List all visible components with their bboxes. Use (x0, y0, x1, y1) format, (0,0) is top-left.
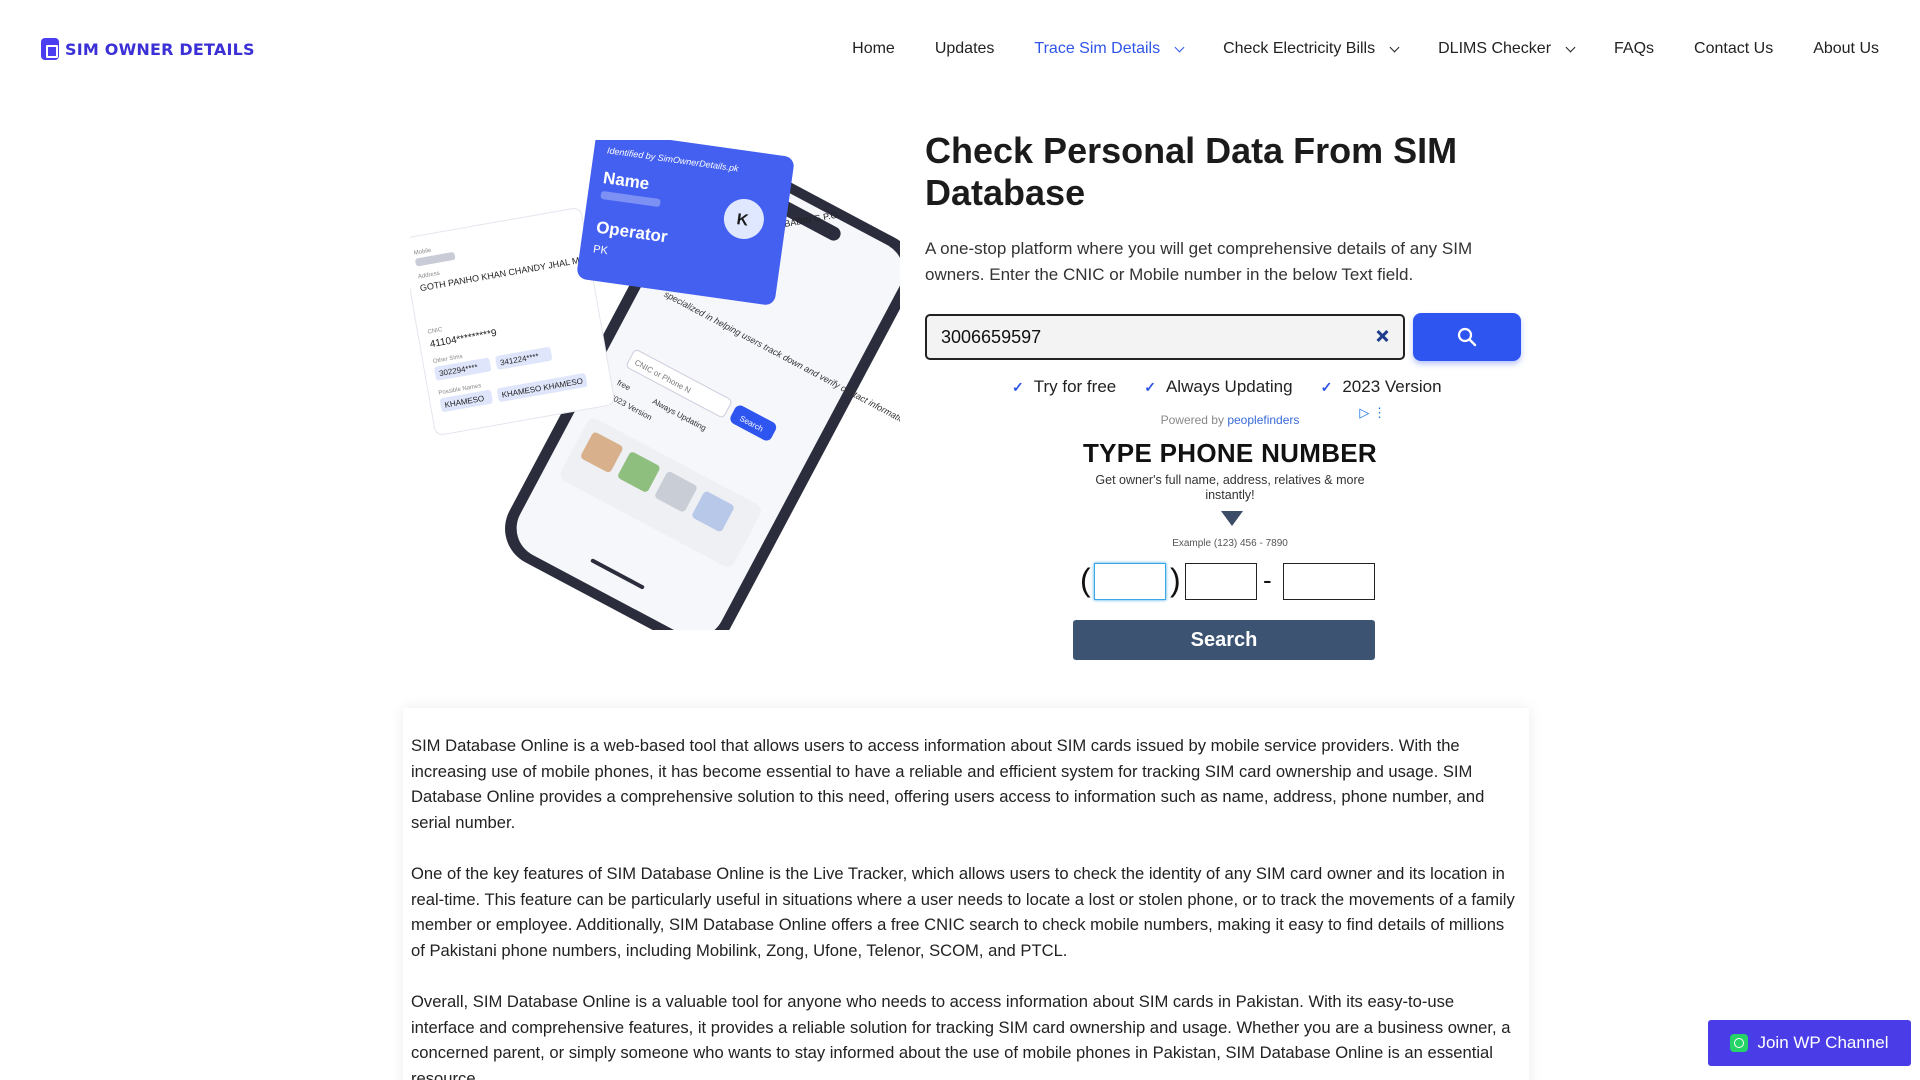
ad-phone-inputs: ( ) - (1080, 560, 1380, 602)
nav-faqs[interactable]: FAQs (1614, 40, 1654, 58)
ad-search-button[interactable]: Search (1073, 620, 1375, 660)
feature-label: Try for free (1033, 377, 1117, 396)
nav-label: Trace Sim Details (1034, 40, 1161, 57)
area-code-input[interactable] (1094, 563, 1166, 600)
feature-item: ✓ 2023 Version (1321, 377, 1442, 397)
site-logo[interactable]: SIM OWNER DETAILS (41, 38, 255, 60)
feature-label: 2023 Version (1342, 377, 1442, 396)
search-field (925, 314, 1405, 360)
search-button[interactable] (1413, 313, 1521, 361)
nav-updates[interactable]: Updates (935, 40, 995, 58)
chevron-down-icon (1565, 42, 1576, 52)
close-icon[interactable] (1373, 327, 1391, 345)
wp-button-label: Join WP Channel (1757, 1033, 1889, 1052)
ad-title: TYPE PHONE NUMBER (1082, 438, 1378, 468)
chevron-down-icon (1174, 42, 1185, 52)
search-icon (1457, 327, 1477, 347)
article-paragraph: Overall, SIM Database Online is a valuab… (411, 992, 1511, 1080)
nav-label: DLIMS Checker (1438, 40, 1552, 57)
nav-label: Check Electricity Bills (1223, 40, 1376, 57)
checkmark-icon: ✓ (1144, 378, 1156, 395)
nav-label: About Us (1813, 40, 1879, 57)
card-operator-value: PK (592, 243, 609, 257)
article-paragraph: SIM Database Online is a web-based tool … (411, 736, 1485, 832)
ad-banner[interactable]: ▷ ⋮ Powered by peoplefinders TYPE PHONE … (1070, 405, 1390, 665)
ad-subtitle: Get owner's full name, address, relative… (1095, 473, 1365, 502)
ad-powered-by: Powered by peoplefinders (1070, 413, 1390, 427)
checkmark-icon: ✓ (1320, 378, 1333, 395)
paren-close-icon: ) (1170, 562, 1181, 598)
feature-item: ✓ Always Updating (1144, 377, 1292, 397)
ad-powered-prefix: Powered by (1160, 413, 1224, 427)
arrow-down-icon (1221, 511, 1243, 526)
site-header: SIM OWNER DETAILS Home Updates Trace Sim… (0, 0, 1920, 100)
article-content: SIM Database Online is a web-based tool … (403, 708, 1529, 1080)
nav-contact-us[interactable]: Contact Us (1694, 40, 1773, 58)
feature-list: ✓ Try for free ✓ Always Updating ✓ 2023 Ver… (1012, 377, 1442, 397)
chevron-down-icon (1389, 42, 1400, 52)
article-paragraph: One of the key features of SIM Database … (411, 864, 1515, 960)
nav-trace-sim-details[interactable]: Trace Sim Details (1034, 40, 1185, 58)
checkmark-icon: ✓ (1012, 378, 1024, 395)
logo-text: SIM OWNER DETAILS (65, 39, 255, 59)
hero-illustration: specialized in helping users track down … (410, 140, 900, 630)
whatsapp-icon (1730, 1034, 1749, 1052)
ad-example: Example (123) 456 - 7890 (1172, 538, 1288, 549)
line-number-input[interactable] (1283, 563, 1375, 600)
nav-label: Updates (934, 40, 995, 57)
main-nav: Home Updates Trace Sim Details Check Ele… (812, 40, 1879, 58)
sim-card-icon (41, 38, 59, 60)
feature-item: ✓ Try for free (1012, 377, 1116, 397)
nav-about-us[interactable]: About Us (1813, 40, 1879, 58)
ad-brand: peoplefinders (1227, 413, 1300, 427)
nav-label: FAQs (1614, 40, 1655, 57)
prefix-input[interactable] (1185, 563, 1257, 600)
paren-open-icon: ( (1080, 562, 1091, 598)
join-wp-channel-button[interactable]: Join WP Channel (1708, 1020, 1911, 1066)
hero-description: A one-stop platform where you will get c… (925, 239, 1473, 284)
nav-dlims-checker[interactable]: DLIMS Checker (1438, 40, 1576, 58)
nav-check-electricity-bills[interactable]: Check Electricity Bills (1223, 40, 1400, 58)
nav-home[interactable]: Home (852, 40, 895, 58)
search-input[interactable] (927, 316, 1347, 358)
dash-icon: - (1263, 565, 1272, 595)
feature-label: Always Updating (1165, 377, 1293, 396)
nav-label: Home (852, 40, 895, 57)
page-title: Check Personal Data From SIM Database (925, 130, 1458, 213)
nav-label: Contact Us (1694, 40, 1774, 57)
